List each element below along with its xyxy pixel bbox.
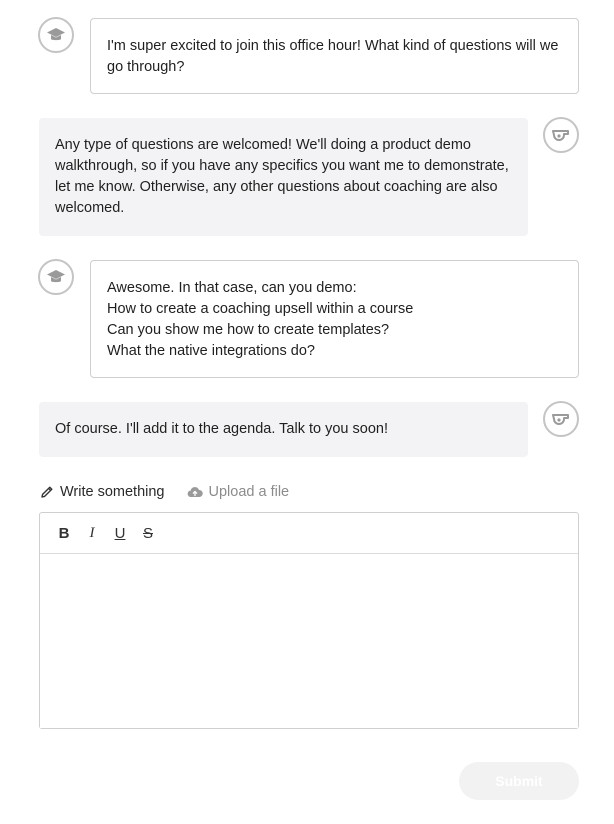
message-text: Awesome. In that case, can you demo:	[107, 280, 357, 296]
submit-button[interactable]: Submit	[459, 762, 579, 800]
whistle-icon	[552, 414, 569, 425]
coach-avatar	[543, 117, 579, 153]
italic-button[interactable]: I	[82, 522, 102, 544]
message-text: I'm super excited to join this office ho…	[107, 38, 563, 75]
message-text: Any type of questions are welcomed! We'l…	[55, 137, 513, 216]
tab-write-label: Write something	[60, 484, 165, 500]
message-text: How to create a coaching upsell within a…	[107, 301, 414, 317]
tab-upload-label: Upload a file	[208, 484, 290, 500]
message-input[interactable]	[40, 554, 578, 728]
message-text: What the native integrations do?	[107, 343, 315, 359]
bold-button[interactable]: B	[54, 522, 74, 544]
cloud-upload-icon	[187, 487, 203, 498]
message-bubble: Any type of questions are welcomed! We'l…	[39, 118, 528, 236]
strikethrough-button[interactable]: S	[138, 522, 158, 544]
graduation-cap-icon	[47, 28, 65, 41]
student-avatar	[38, 17, 74, 53]
student-avatar	[38, 259, 74, 295]
whistle-icon	[552, 130, 569, 141]
rich-text-editor: B I U S	[39, 512, 579, 729]
message-text: Can you show me how to create templates?	[107, 322, 390, 338]
message-bubble: Of course. I'll add it to the agenda. Ta…	[39, 402, 528, 457]
tab-write[interactable]: Write something	[40, 484, 165, 500]
message-bubble: I'm super excited to join this office ho…	[90, 18, 579, 94]
editor-toolbar: B I U S	[40, 513, 578, 554]
underline-button[interactable]: U	[110, 522, 130, 544]
message-bubble: Awesome. In that case, can you demo: How…	[90, 260, 579, 378]
message-text: Of course. I'll add it to the agenda. Ta…	[55, 421, 388, 437]
graduation-cap-icon	[47, 270, 65, 283]
coach-avatar	[543, 401, 579, 437]
tab-upload[interactable]: Upload a file	[187, 484, 290, 500]
pencil-icon	[41, 486, 53, 498]
composer-tabs: Write something Upload a file	[40, 484, 289, 500]
